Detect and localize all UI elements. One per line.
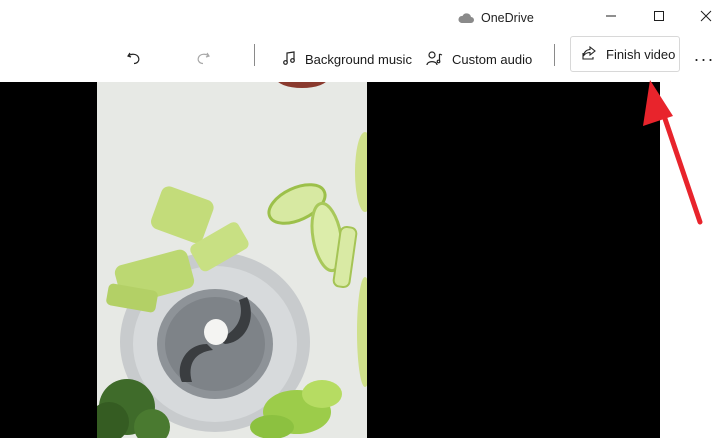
redo-icon (195, 50, 211, 69)
finish-video-button[interactable]: Finish video (570, 36, 680, 72)
undo-button[interactable] (126, 42, 142, 76)
more-options-button[interactable]: ··· (684, 36, 724, 82)
cloud-icon (457, 12, 475, 24)
minimize-button[interactable] (588, 0, 634, 36)
redo-button[interactable] (195, 42, 211, 76)
onedrive-status[interactable]: OneDrive (457, 10, 534, 26)
title-bar: OneDrive (0, 0, 728, 36)
onedrive-label: OneDrive (481, 11, 534, 25)
video-frame-image (97, 82, 367, 438)
video-preview[interactable] (0, 82, 660, 438)
video-frame (97, 82, 367, 438)
custom-audio-label: Custom audio (452, 51, 533, 67)
maximize-button[interactable] (636, 0, 682, 36)
music-note-icon (281, 50, 297, 69)
toolbar-divider (554, 44, 555, 66)
share-export-icon (581, 45, 597, 64)
toolbar-divider (254, 44, 255, 66)
undo-icon (126, 50, 142, 69)
close-window-button[interactable] (683, 0, 728, 36)
background-music-label: Background music (305, 51, 412, 67)
maximize-icon (653, 9, 665, 27)
editor-toolbar: Background music Custom audio Finish vid… (0, 36, 728, 83)
custom-audio-button[interactable]: Custom audio (426, 42, 532, 76)
preview-margin (660, 82, 728, 438)
person-audio-icon (426, 50, 444, 69)
finish-video-label: Finish video (606, 46, 676, 62)
close-icon (700, 9, 712, 27)
background-music-button[interactable]: Background music (281, 42, 412, 76)
minimize-icon (605, 9, 617, 27)
